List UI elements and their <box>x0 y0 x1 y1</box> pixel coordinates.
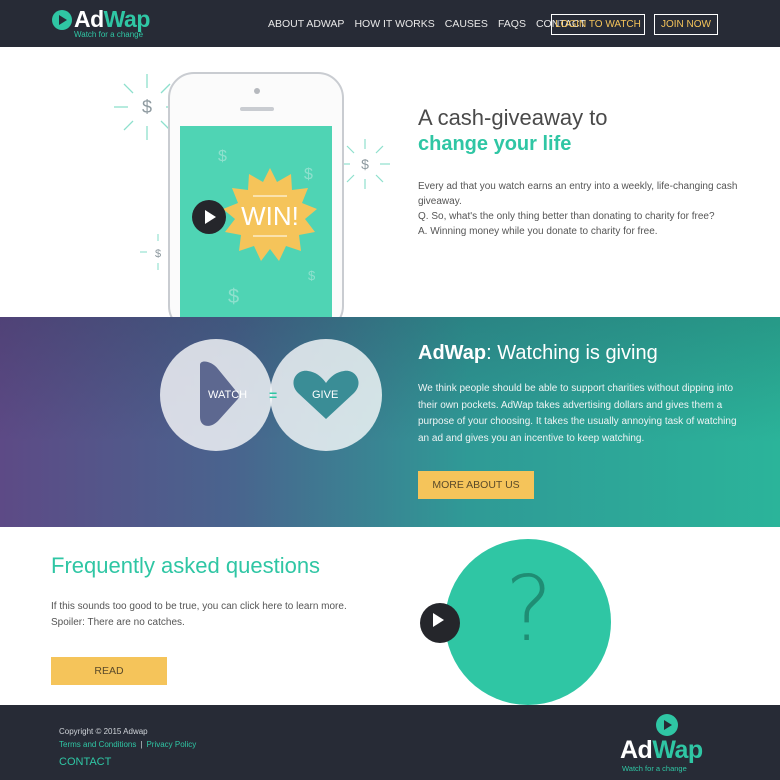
phone-camera <box>254 88 260 94</box>
brand-logo[interactable]: AdWap Watch for a change <box>52 6 172 42</box>
nav-link-about[interactable]: ABOUT ADWAP <box>268 18 344 30</box>
watching-is-giving-section: WATCH GIVE = AdWap: Watching is giving W… <box>0 317 780 527</box>
play-button[interactable] <box>420 603 460 643</box>
hero-description: Every ad that you watch earns an entry i… <box>418 179 738 239</box>
login-button[interactable]: LOGIN TO WATCH <box>551 14 645 35</box>
question-icon: ? <box>505 557 553 662</box>
more-about-us-button[interactable]: MORE ABOUT US <box>418 471 534 499</box>
dollar-sparkle-icon: $ <box>340 139 390 189</box>
play-icon <box>656 714 678 736</box>
hero-question: Q. So, what's the only thing better than… <box>418 211 715 222</box>
hero-paragraph: Every ad that you watch earns an entry i… <box>418 181 738 207</box>
dollar-icon: $ <box>304 166 313 183</box>
watch-circle: WATCH <box>160 339 272 451</box>
dollar-icon: $ <box>308 268 316 283</box>
brand-tagline: Watch for a change <box>74 30 144 39</box>
faq-spoiler: Spoiler: There are no catches. <box>51 617 185 628</box>
dollar-icon: $ <box>228 286 240 308</box>
band-description: We think people should be able to suppor… <box>418 383 737 444</box>
terms-link[interactable]: Terms and Conditions <box>59 740 136 749</box>
hero-section: $ $ $ WIN! $ $ $ $ A cash-giveaway to ch… <box>0 47 780 317</box>
footer: Copyright © 2015 Adwap Terms and Conditi… <box>0 705 780 780</box>
nav-link-causes[interactable]: CAUSES <box>445 18 488 30</box>
footer-contact-link[interactable]: CONTACT <box>59 756 111 768</box>
dollar-icon: $ <box>218 148 227 165</box>
watch-label: WATCH <box>208 389 248 401</box>
footer-tagline: Watch for a change <box>622 764 687 773</box>
footer-links: Terms and Conditions | Privacy Policy <box>59 740 196 749</box>
faq-section: Frequently asked questions If this sound… <box>0 527 780 705</box>
play-button[interactable] <box>192 200 226 234</box>
phone-speaker <box>240 107 274 111</box>
svg-text:$: $ <box>142 97 152 117</box>
brand-name: AdWap <box>74 6 150 32</box>
hero-title: A cash-giveaway to <box>418 105 608 130</box>
play-icon <box>52 10 72 30</box>
svg-text:$: $ <box>361 156 369 172</box>
band-title: AdWap: Watching is giving <box>418 342 658 364</box>
give-circle: GIVE <box>270 339 382 451</box>
phone-mockup: WIN! $ $ $ $ <box>168 72 344 317</box>
nav-link-how-it-works[interactable]: HOW IT WORKS <box>354 18 434 30</box>
give-label: GIVE <box>312 389 339 401</box>
footer-logo[interactable]: AdWap Watch for a change <box>620 714 730 774</box>
top-nav: AdWap Watch for a change ABOUT ADWAP HOW… <box>0 0 780 47</box>
join-button[interactable]: JOIN NOW <box>654 14 718 35</box>
win-label: WIN! <box>241 201 299 231</box>
nav-link-faqs[interactable]: FAQS <box>498 18 526 30</box>
hero-answer: A. Winning money while you donate to cha… <box>418 226 658 237</box>
svg-text:$: $ <box>155 248 161 260</box>
read-button[interactable]: READ <box>51 657 167 685</box>
hero-title-highlight: change your life <box>418 133 572 155</box>
nav-links: ABOUT ADWAP HOW IT WORKS CAUSES FAQS CON… <box>268 18 596 30</box>
equals-sign: = <box>269 387 278 403</box>
link-separator: | <box>140 740 143 749</box>
footer-brand-name: AdWap <box>620 736 703 764</box>
privacy-link[interactable]: Privacy Policy <box>146 740 196 749</box>
faq-title: Frequently asked questions <box>51 553 321 578</box>
faq-description: If this sounds too good to be true, you … <box>51 599 371 631</box>
copyright-text: Copyright © 2015 Adwap <box>59 727 148 736</box>
faq-line[interactable]: If this sounds too good to be true, you … <box>51 599 371 615</box>
